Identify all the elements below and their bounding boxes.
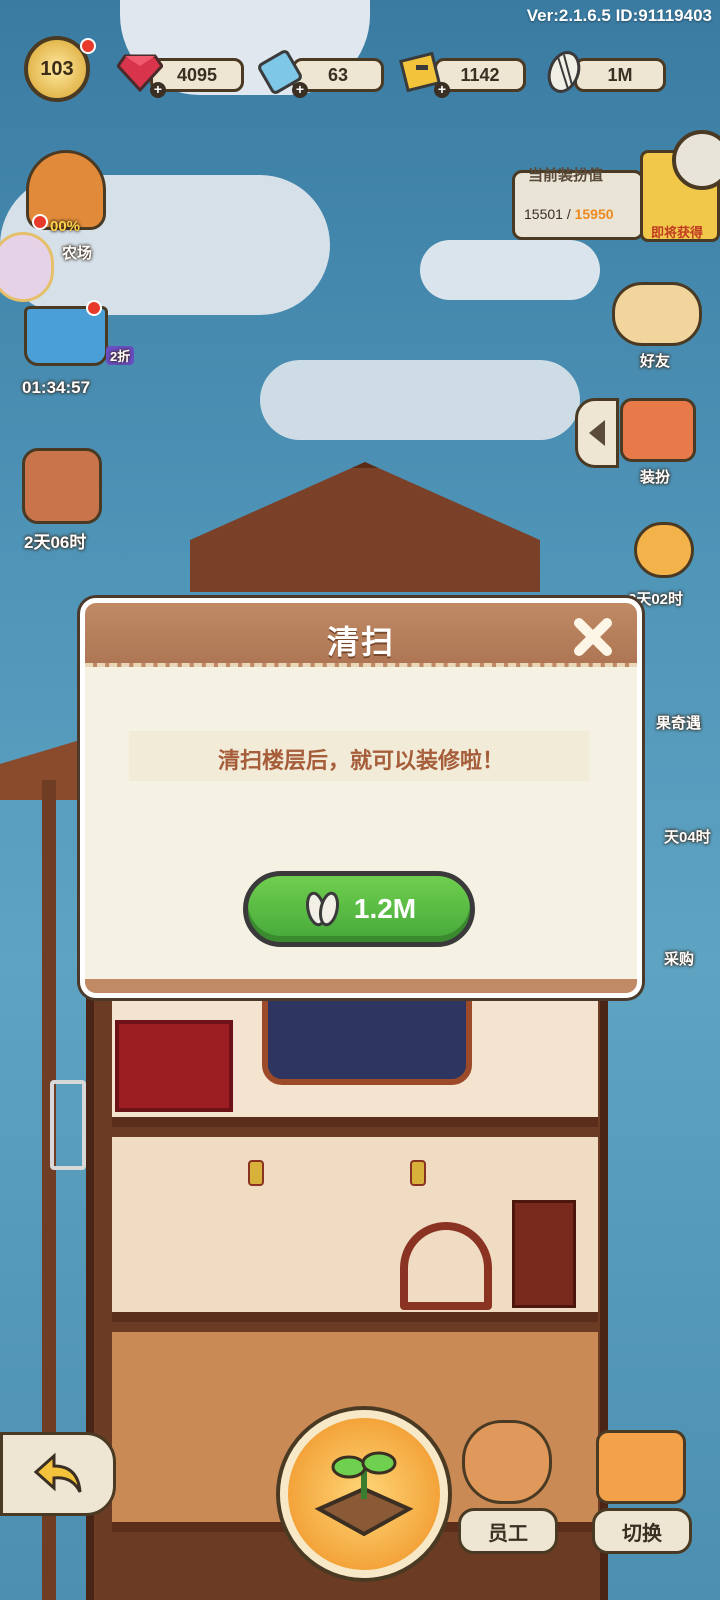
ticket-value: 63 (327, 64, 349, 85)
cloud (420, 240, 600, 300)
switch-label: 切换 (622, 1522, 662, 1545)
seed-value: 1M (607, 64, 633, 85)
staff-button[interactable]: 员工 (458, 1508, 558, 1554)
decor-value-title: 当前装扮值 (528, 167, 604, 184)
close-icon (574, 618, 612, 656)
add-hammers-button[interactable]: + (434, 82, 450, 98)
notification-dot (80, 38, 96, 54)
event-icon[interactable] (634, 522, 694, 578)
add-tickets-button[interactable]: + (292, 82, 308, 98)
cart-timer: 01:34:57 (22, 378, 91, 397)
round-shelf (400, 1222, 492, 1310)
panel-toggle-arrow[interactable] (575, 398, 619, 468)
clean-dialog: 清扫 清扫楼层后，就可以装修啦！ 1.2M (80, 598, 642, 998)
decor-separator: / (562, 206, 575, 222)
switch-button[interactable]: 切换 (592, 1508, 692, 1554)
decorate-icon[interactable] (620, 398, 696, 462)
version-text: Ver:2.1.6.5 ID:91119403 (526, 6, 712, 25)
dialog-close-button[interactable] (571, 615, 615, 659)
event4-label: 采购 (664, 951, 695, 968)
folding-screen (115, 1020, 233, 1112)
event3-timer: 天04时 (664, 829, 711, 846)
cloud (260, 360, 580, 440)
gift-basket-icon[interactable] (22, 448, 102, 524)
chevron-left-icon (589, 420, 605, 446)
discount-badge: 2折 (106, 346, 135, 365)
player-level: 103 (40, 57, 74, 80)
elevator-car[interactable] (50, 1080, 86, 1170)
lantern (410, 1160, 426, 1186)
back-arrow-icon (33, 1452, 82, 1493)
event2-label: 果奇遇 (656, 715, 702, 732)
sunflower-seed-icon (305, 891, 339, 927)
lantern (248, 1160, 264, 1186)
friends-label: 好友 (640, 353, 671, 370)
friends-icon[interactable] (612, 282, 702, 346)
notification-dot (32, 214, 48, 230)
cabinet (512, 1200, 576, 1308)
notification-dot (86, 300, 102, 316)
dialog-footer (85, 979, 637, 993)
decor-current: 15501 (524, 206, 563, 222)
gift-timer: 2天06时 (24, 533, 87, 552)
decorate-label: 装扮 (640, 469, 671, 486)
staff-avatar-icon[interactable] (462, 1420, 552, 1504)
clean-cost: 1.2M (353, 893, 417, 924)
sprout-soil-icon (314, 1451, 414, 1537)
sunflower-seed-icon (540, 48, 588, 96)
dialog-title: 清扫 (326, 624, 395, 660)
gem-value: 4095 (176, 64, 218, 85)
back-button[interactable] (0, 1432, 116, 1516)
clean-button[interactable]: 1.2M (243, 871, 475, 947)
farm-label: 农场 (62, 245, 93, 262)
firework-window (262, 985, 472, 1085)
chat-bubble-icon[interactable] (0, 232, 54, 302)
decor-reward-label: 即将获得 (650, 225, 703, 240)
planting-button[interactable] (280, 1410, 448, 1578)
farm-percent: 00% (50, 218, 81, 235)
dialog-message: 清扫楼层后，就可以装修啦！ (217, 748, 504, 773)
add-gems-button[interactable]: + (150, 82, 166, 98)
decor-value-progress: 15501 / 15950 (524, 206, 614, 222)
decor-target: 15950 (574, 206, 614, 222)
house-switch-icon[interactable] (596, 1430, 686, 1504)
staff-label: 员工 (488, 1522, 528, 1545)
hammer-value: 1142 (460, 64, 500, 85)
